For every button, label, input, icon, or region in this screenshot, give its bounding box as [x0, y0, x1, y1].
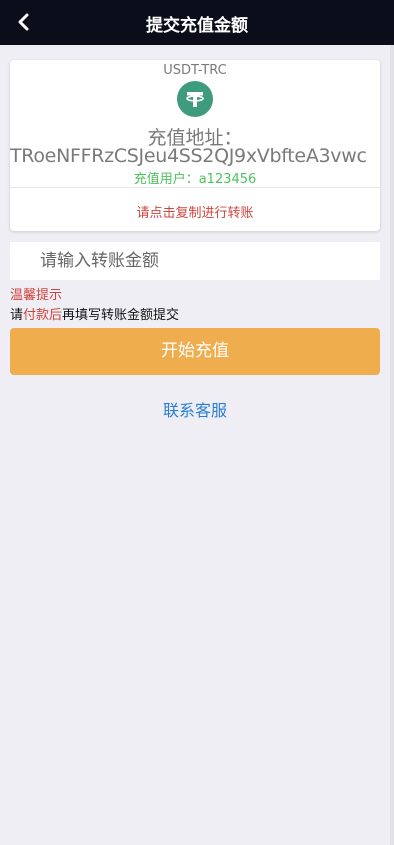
tips-highlight: 付款后 — [23, 308, 63, 323]
start-recharge-button[interactable]: 开始充值 — [10, 328, 380, 375]
deposit-address-card: USDT-TRC 充值地址： TRoeNFFRzCSJeu4SS2QJ9xVbf… — [10, 60, 380, 231]
top-nav-bar: 提交充值金额 — [0, 0, 394, 45]
card-divider — [10, 187, 380, 188]
tips-title: 温馨提示 — [10, 288, 63, 303]
tether-icon — [177, 81, 213, 117]
tips-suffix: 再填写转账金额提交 — [62, 308, 180, 323]
page-edge — [390, 45, 394, 845]
deposit-user: 充值用户：a123456 — [133, 172, 257, 187]
contact-support-link[interactable]: 联系客服 — [0, 397, 390, 421]
tips-text: 请付款后再填写转账金额提交 — [10, 304, 179, 323]
deposit-address[interactable]: TRoeNFFRzCSJeu4SS2QJ9xVbfteA3vwc — [10, 145, 380, 167]
tips-prefix: 请 — [10, 308, 24, 323]
amount-field-container — [10, 242, 380, 280]
page-title: 提交充值金额 — [146, 16, 248, 36]
copy-address-button[interactable]: 请点击复制进行转账 — [10, 202, 380, 221]
chain-label: USDT-TRC — [163, 63, 227, 78]
amount-input[interactable] — [10, 242, 380, 280]
